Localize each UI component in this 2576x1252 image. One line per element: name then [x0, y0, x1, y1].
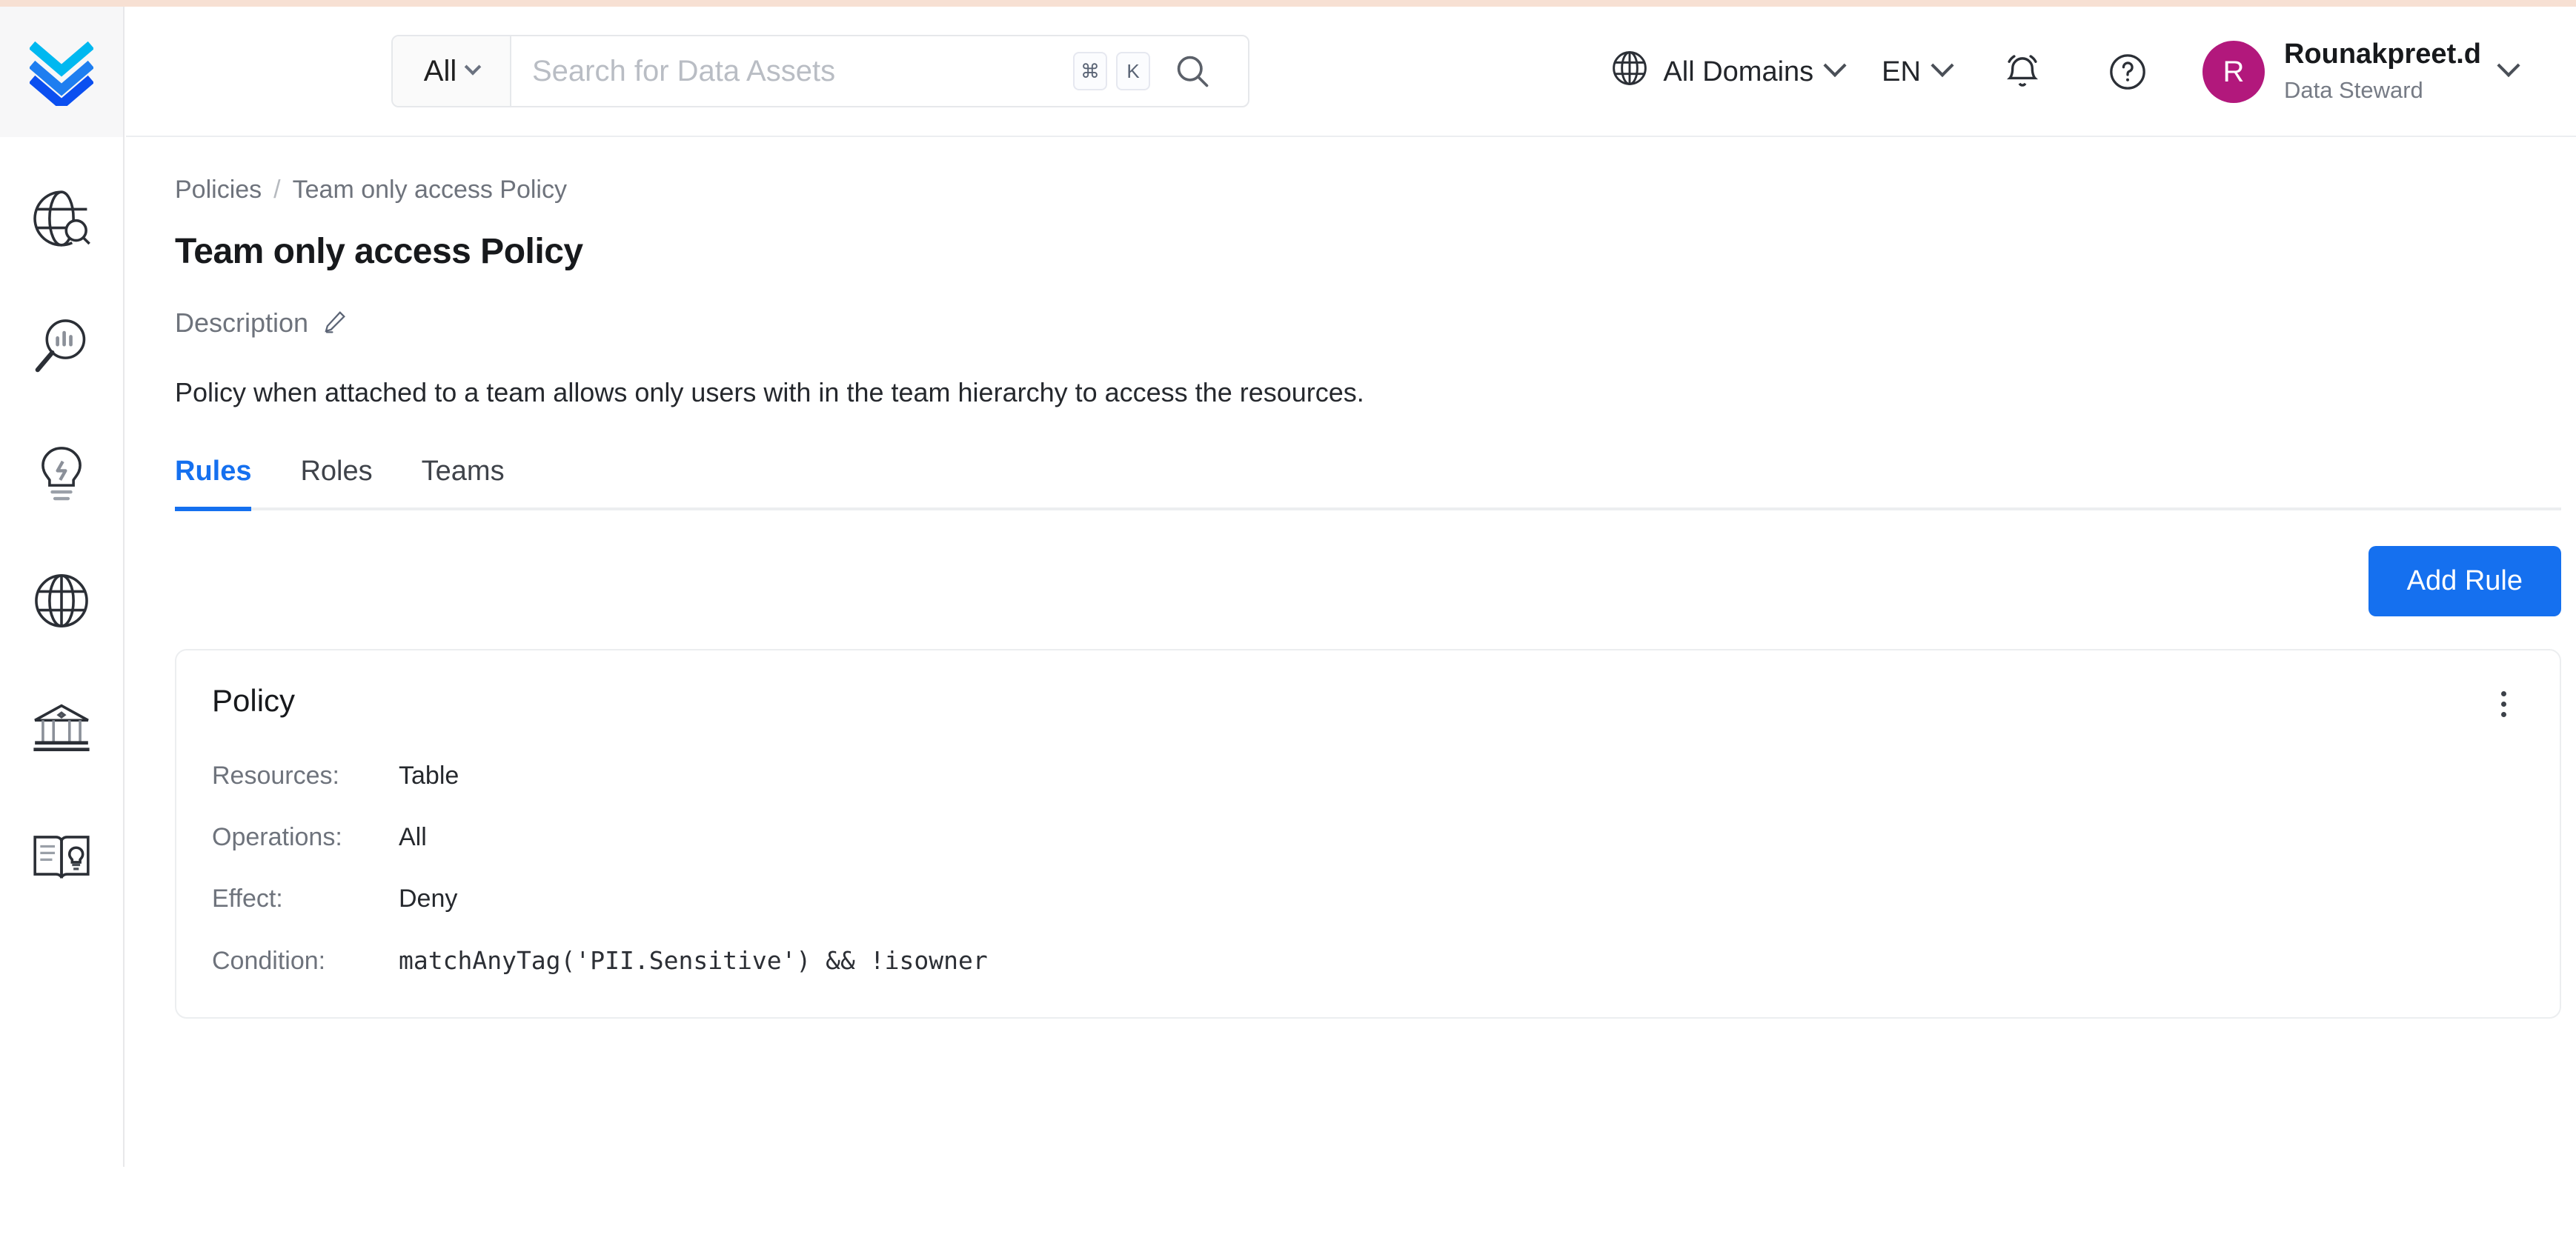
rule-field-value: All: [399, 823, 427, 852]
header-actions: All Domains EN: [1590, 7, 2576, 137]
breadcrumb-parent[interactable]: Policies: [175, 176, 262, 204]
question-circle-icon: [2094, 39, 2161, 105]
rule-card-header: Policy: [212, 683, 2524, 725]
add-rule-button[interactable]: Add Rule: [2368, 546, 2561, 616]
user-role: Data Steward: [2284, 77, 2423, 103]
kebab-menu-icon[interactable]: [2483, 683, 2524, 725]
search-scope-dropdown[interactable]: All: [393, 36, 511, 106]
tab-rules[interactable]: Rules: [175, 456, 251, 511]
open-book-icon: [30, 824, 93, 888]
globe-icon: [30, 569, 93, 633]
rule-card-title: Policy: [212, 683, 295, 719]
domain-selector-label: All Domains: [1663, 56, 1813, 88]
user-menu[interactable]: R Rounakpreet.d Data Steward: [2180, 7, 2536, 137]
kbd-k: K: [1116, 52, 1150, 90]
sidebar-item-insights[interactable]: [0, 410, 123, 537]
magnifier-chart-icon: [30, 314, 93, 378]
rule-fields: Resources: Table Operations: All Effect:…: [212, 762, 2524, 976]
breadcrumb: Policies / Team only access Policy: [175, 176, 2576, 204]
rule-field-label: Resources:: [212, 762, 399, 790]
user-name: Rounakpreet.d: [2284, 39, 2481, 70]
search-scope-label: All: [424, 55, 457, 88]
sidebar-nav: [0, 155, 123, 919]
sidebar-item-observability[interactable]: [0, 282, 123, 410]
search-shortcuts: ⌘ K: [1073, 36, 1248, 106]
rules-actions: Add Rule: [175, 546, 2561, 616]
search-icon[interactable]: [1159, 38, 1226, 104]
description-label: Description: [175, 307, 308, 339]
rule-field-value: Table: [399, 762, 459, 790]
language-selector-label: EN: [1882, 56, 1921, 88]
language-selector[interactable]: EN: [1862, 7, 1970, 137]
chevron-down-icon: [1824, 54, 1847, 77]
globe-search-icon: [30, 187, 93, 250]
sidebar-item-glossary[interactable]: [0, 792, 123, 919]
rule-field-label: Operations:: [212, 823, 399, 852]
kbd-cmd: ⌘: [1073, 52, 1107, 90]
top-accent-strip: [0, 0, 2576, 7]
pencil-icon[interactable]: [322, 308, 348, 339]
rule-field-value: matchAnyTag('PII.Sensitive') && !isowner: [399, 946, 988, 975]
main-content: Policies / Team only access Policy Team …: [126, 139, 2576, 1252]
rule-field-condition: Condition: matchAnyTag('PII.Sensitive') …: [212, 946, 2524, 976]
description-header: Description: [175, 307, 2576, 339]
domain-selector[interactable]: All Domains: [1590, 7, 1862, 137]
search-input-area[interactable]: [511, 36, 1073, 106]
top-header: All ⌘ K All Domains: [126, 7, 2576, 137]
breadcrumb-separator: /: [273, 176, 280, 204]
tab-roles[interactable]: Roles: [300, 456, 372, 511]
notifications-button[interactable]: [1970, 7, 2075, 137]
left-sidebar: [0, 7, 125, 1167]
rule-field-operations: Operations: All: [212, 823, 2524, 852]
openmetadata-logo-icon: [30, 38, 93, 106]
rule-card: Policy Resources: Table Operations: All …: [175, 649, 2561, 1019]
tab-teams[interactable]: Teams: [422, 456, 505, 511]
globe-icon: [1610, 48, 1650, 96]
chevron-down-icon: [465, 59, 482, 76]
bank-icon: [30, 696, 93, 760]
sidebar-item-domains[interactable]: [0, 537, 123, 665]
bell-icon: [1989, 39, 2056, 105]
chevron-down-icon: [2497, 54, 2520, 77]
user-info: Rounakpreet.d Data Steward: [2284, 37, 2481, 107]
rule-field-effect: Effect: Deny: [212, 885, 2524, 913]
app-logo[interactable]: [0, 7, 123, 137]
sidebar-item-governance[interactable]: [0, 665, 123, 792]
description-text: Policy when attached to a team allows on…: [175, 377, 2576, 408]
breadcrumb-current: Team only access Policy: [293, 176, 567, 204]
sidebar-item-explore[interactable]: [0, 155, 123, 282]
policy-tabs: Rules Roles Teams: [175, 456, 2561, 510]
avatar: R: [2202, 41, 2265, 103]
help-button[interactable]: [2075, 7, 2180, 137]
rule-field-label: Condition:: [212, 947, 399, 976]
rule-field-value: Deny: [399, 885, 457, 913]
chevron-down-icon: [1931, 54, 1953, 77]
lightbulb-icon: [30, 442, 93, 505]
search-input[interactable]: [532, 55, 1073, 88]
page-title: Team only access Policy: [175, 231, 2576, 272]
rule-field-resources: Resources: Table: [212, 762, 2524, 790]
global-search[interactable]: All ⌘ K: [391, 35, 1249, 107]
rule-field-label: Effect:: [212, 885, 399, 913]
